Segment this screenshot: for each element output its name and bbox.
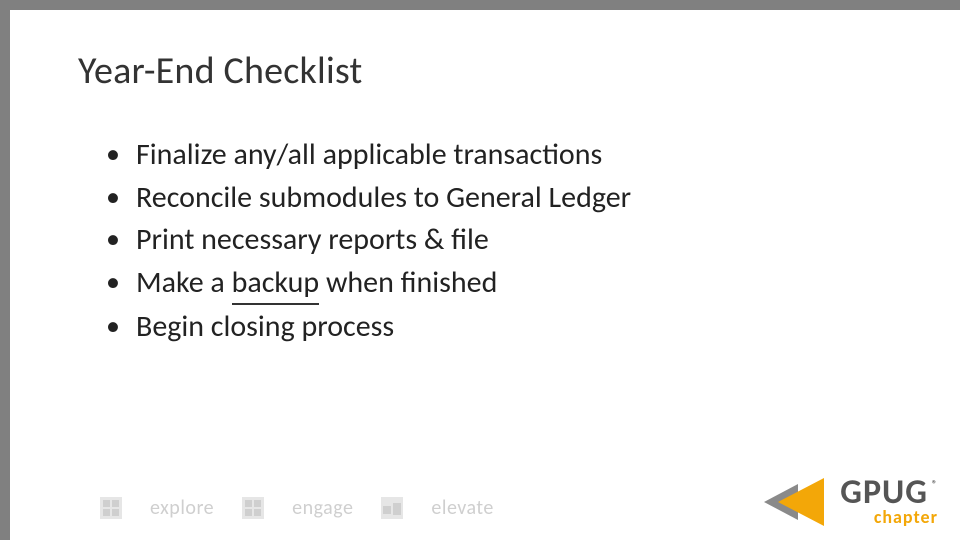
list-item: Reconcile submodules to General Ledger (100, 178, 860, 219)
footer-tagline: explore engage elevate (100, 496, 494, 520)
logo-text: GPUG ® chapter (840, 476, 938, 526)
square-grid-icon (242, 497, 264, 519)
bullet-text-post: when finished (319, 264, 497, 301)
blocks-icon (381, 497, 403, 519)
footer-word: elevate (431, 496, 493, 520)
slide: Year-End Checklist Finalize any/all appl… (0, 0, 960, 540)
registered-icon: ® (930, 478, 940, 490)
bullet-text-pre: Make a (136, 264, 232, 301)
list-item: Print necessary reports & file (100, 220, 860, 261)
bullet-text: Begin closing process (136, 308, 394, 345)
footer-word: explore (150, 496, 214, 520)
bullet-text: Reconcile submodules to General Ledger (136, 179, 631, 216)
list-item: Finalize any/all applicable transactions (100, 135, 860, 176)
bullet-text: Finalize any/all applicable transactions (136, 136, 602, 173)
list-item: Begin closing process (100, 307, 860, 348)
logo-sub: chapter (840, 508, 938, 526)
bullet-text-underline: backup (232, 263, 320, 306)
footer-word: engage (292, 496, 353, 520)
square-grid-icon (100, 497, 122, 519)
chevron-icon (764, 478, 834, 526)
checklist: Finalize any/all applicable transactions… (100, 135, 860, 350)
brand-logo: GPUG ® chapter (764, 476, 938, 526)
bullet-text: Print necessary reports & file (136, 221, 489, 258)
list-item: Make a backup when finished (100, 263, 860, 306)
page-title: Year-End Checklist (78, 48, 362, 94)
logo-main: GPUG (840, 476, 928, 510)
